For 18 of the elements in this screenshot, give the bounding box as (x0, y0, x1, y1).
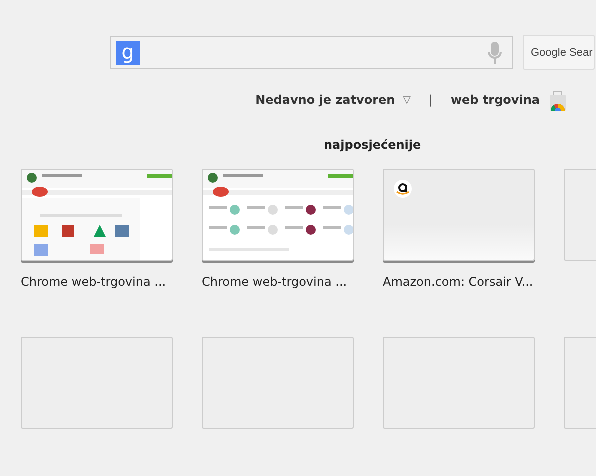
tile-title[interactable]: Chrome web-trgovina ... (21, 275, 166, 289)
tile-title[interactable]: Amazon.com: Corsair V... (383, 275, 534, 289)
empty-tile[interactable] (21, 337, 173, 429)
search-field[interactable]: g (110, 36, 513, 69)
logo-icon: g (116, 40, 140, 64)
section-heading: najposjećenije (324, 138, 422, 152)
microphone-icon[interactable] (488, 42, 502, 64)
web-store-link[interactable]: web trgovina (450, 93, 540, 107)
page-thumbnail[interactable] (383, 169, 535, 261)
store-bag-icon[interactable] (548, 89, 568, 111)
caret-icon[interactable]: ▽ (403, 94, 411, 106)
empty-tile[interactable] (202, 337, 354, 429)
empty-tile[interactable] (383, 337, 535, 429)
tile-title[interactable]: Chrome web-trgovina ... (202, 275, 348, 289)
recently-closed-link[interactable]: Nedavno je zatvoren (256, 93, 396, 107)
amazon-icon (394, 180, 412, 198)
separator: | (428, 93, 433, 107)
google-search-button[interactable]: Google Sear (523, 35, 595, 70)
